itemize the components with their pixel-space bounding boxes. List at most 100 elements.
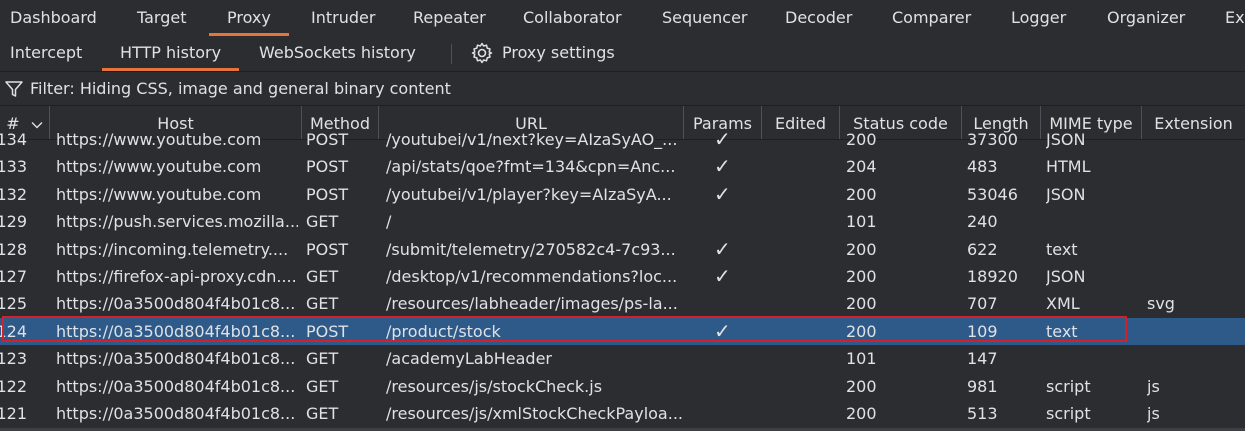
table-row[interactable]: 133 https://www.youtube.com POST/api/stats… (0, 153, 1245, 180)
tab-collaborator[interactable]: Collaborator (523, 0, 622, 36)
main-tab-bar: Dashboard Target Proxy Intruder Repeater… (0, 0, 1245, 37)
cell-host: https://push.services.mozilla.... (56, 212, 298, 232)
cell-number: 123 (0, 349, 27, 369)
check-icon: ✓ (714, 127, 731, 151)
cell-number: 134 (0, 130, 27, 149)
cell-extension: js (1147, 376, 1160, 396)
cell-edited (768, 290, 838, 317)
cell-method: POST (306, 130, 349, 149)
cell-url: /desktop/v1/recommendations?loc... (386, 267, 678, 286)
cell-extension (1147, 345, 1242, 372)
cell-mime-type: JSON (1046, 184, 1086, 204)
cell-host: https://www.youtube.com (56, 130, 262, 149)
cell-params: ✓ (714, 263, 754, 290)
table-row[interactable]: 125 https://0a3500d804f4b01c8... GET/resou… (0, 290, 1245, 317)
cell-url: / (386, 212, 392, 232)
cell-mime-type: XML (1046, 294, 1080, 314)
cell-url: /youtubei/v1/next?key=AIzaSyAO_... (386, 130, 678, 149)
cell-status-code: 200 (846, 239, 877, 259)
cell-host: https://incoming.telemetry.... (56, 239, 289, 259)
check-icon: ✓ (714, 236, 731, 261)
cell-params (714, 345, 754, 372)
tab-divider (451, 44, 452, 64)
cell-length: 622 (967, 239, 998, 259)
cell-mime-type: HTML (1046, 157, 1091, 177)
cell-params: ✓ (714, 153, 754, 180)
cell-method: POST (306, 184, 349, 204)
cell-length: 37300 (967, 130, 1018, 149)
cell-host: https://www.youtube.com (56, 184, 262, 204)
cell-number: 128 (0, 239, 27, 259)
cell-host: https://0a3500d804f4b01c8... (56, 404, 296, 423)
cell-mime-type: JSON (1046, 130, 1086, 149)
cell-status-code: 200 (846, 294, 877, 314)
tab-sequencer[interactable]: Sequencer (662, 0, 748, 36)
cell-extension: js (1147, 404, 1160, 423)
cell-mime-type (1046, 208, 1140, 235)
cell-status-code: 101 (846, 212, 877, 232)
check-icon: ✓ (714, 181, 731, 206)
table-row[interactable]: 134 https://www.youtube.com POST/youtubei/… (0, 126, 1245, 153)
cell-length: 707 (967, 294, 998, 314)
cell-host: https://www.youtube.com (56, 157, 262, 177)
cell-number: 132 (0, 184, 27, 204)
cell-host: https://firefox-api-proxy.cdn.... (56, 267, 297, 286)
tab-dashboard[interactable]: Dashboard (10, 0, 97, 36)
cell-number: 125 (0, 294, 27, 314)
filter-bar[interactable]: Filter: Hiding CSS, image and general bi… (0, 72, 1245, 106)
cell-mime-type (1046, 345, 1140, 372)
table-row[interactable]: 122 https://0a3500d804f4b01c8... GET/resou… (0, 373, 1245, 400)
tab-proxy[interactable]: Proxy (209, 0, 289, 36)
cell-number: 129 (0, 212, 27, 232)
cell-url: /submit/telemetry/270582c4-7c93... (386, 239, 676, 259)
cell-mime-type: text (1046, 239, 1078, 259)
filter-icon (5, 81, 23, 97)
cell-number: 133 (0, 157, 27, 177)
tab-decoder[interactable]: Decoder (785, 0, 852, 36)
cell-method: POST (306, 239, 349, 259)
table-row[interactable]: 129 https://push.services.mozilla.... GET /… (0, 208, 1245, 235)
cell-mime-type: JSON (1046, 267, 1086, 286)
table-row[interactable]: 123 https://0a3500d804f4b01c8... GET/acade… (0, 345, 1245, 372)
cell-mime-type: script (1046, 376, 1091, 396)
tab-intruder[interactable]: Intruder (311, 0, 375, 36)
cell-url: /resources/labheader/images/ps-la... (386, 294, 678, 314)
tab-logger[interactable]: Logger (1011, 0, 1066, 36)
cell-mime-type: script (1046, 404, 1091, 423)
cell-edited (768, 263, 838, 290)
cell-status-code: 200 (846, 130, 877, 149)
tab-target[interactable]: Target (137, 0, 187, 36)
check-icon: ✓ (714, 154, 731, 179)
cell-params (714, 208, 754, 235)
tab-comparer[interactable]: Comparer (892, 0, 971, 36)
cell-method: GET (306, 376, 339, 396)
cell-status-code: 101 (846, 349, 877, 369)
table-row[interactable]: 132 https://www.youtube.com POST/youtubei/… (0, 181, 1245, 208)
cell-extension (1147, 208, 1242, 235)
table-row[interactable]: 121 https://0a3500d804f4b01c8... GET/resou… (0, 400, 1245, 427)
cell-host: https://0a3500d804f4b01c8... (56, 376, 296, 396)
cell-method: GET (306, 349, 339, 369)
table-row[interactable]: 127 https://firefox-api-proxy.cdn.... GET /… (0, 263, 1245, 290)
cell-params (714, 373, 754, 400)
tab-repeater[interactable]: Repeater (413, 0, 486, 36)
cell-extension (1147, 263, 1242, 290)
tab-http-history[interactable]: HTTP history (101, 36, 240, 71)
cell-edited (768, 373, 838, 400)
filter-text: Filter: Hiding CSS, image and general bi… (30, 79, 451, 98)
table-row[interactable]: 128 https://incoming.telemetry.... POST/su… (0, 236, 1245, 263)
cell-url: /resources/js/xmlStockCheckPayloa... (386, 404, 682, 423)
tab-intercept[interactable]: Intercept (10, 36, 82, 71)
tab-extensions[interactable]: Ext (1225, 0, 1245, 36)
proxy-sub-tab-bar: Intercept HTTP history WebSockets histor… (0, 36, 1245, 72)
cell-length: 147 (967, 349, 998, 369)
cell-edited (768, 345, 838, 372)
highlight-box (2, 316, 1127, 342)
cell-params: ✓ (714, 236, 754, 263)
cell-status-code: 204 (846, 157, 877, 177)
tab-organizer[interactable]: Organizer (1107, 0, 1185, 36)
check-icon: ✓ (714, 264, 731, 288)
tab-websockets-history[interactable]: WebSockets history (259, 36, 416, 71)
cell-status-code: 200 (846, 184, 877, 204)
cell-url: /academyLabHeader (386, 349, 552, 369)
